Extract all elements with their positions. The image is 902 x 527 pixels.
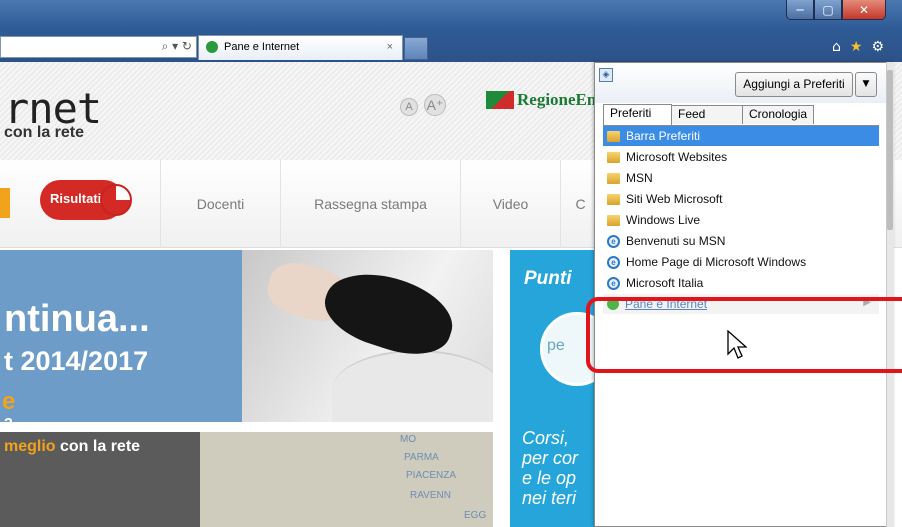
font-increase-button[interactable]: A⁺: [424, 94, 446, 116]
favorites-item-label: MSN: [626, 171, 653, 185]
internet-explorer-icon: e: [607, 276, 620, 290]
favorites-item-label: Siti Web Microsoft: [626, 192, 723, 206]
banner-subtitle: t 2014/2017: [4, 346, 149, 376]
banner-photo: [242, 250, 493, 422]
favorites-item-msn[interactable]: MSN: [603, 168, 879, 188]
close-button[interactable]: ✕: [842, 0, 886, 20]
banner2-letter: e: [2, 388, 16, 415]
favorites-item-windows-live[interactable]: Windows Live: [603, 210, 879, 230]
tab-close-icon[interactable]: ×: [387, 41, 393, 53]
banner-title: ntinua...: [4, 298, 150, 340]
favorites-item-label: Windows Live: [626, 213, 701, 227]
circle-text: pe: [547, 337, 565, 354]
regione-logo[interactable]: RegioneEmi: [486, 90, 606, 110]
tab-preferiti[interactable]: Preferiti: [603, 104, 672, 125]
address-tools[interactable]: ⌕ ▾ ↻: [162, 39, 192, 54]
favorites-item-label: Barra Preferiti: [626, 129, 701, 143]
banner2-slogan-highlight: meglio: [4, 438, 56, 455]
banner2-number: 3: [4, 416, 13, 433]
browser-toolbar: ⌂ ★ ⚙: [832, 39, 884, 55]
folder-icon: [607, 172, 620, 184]
folder-icon: [607, 214, 620, 226]
folder-icon: [607, 151, 620, 163]
punti-body: Corsi, per cor e le op nei teri: [522, 428, 579, 508]
nav-item-docenti[interactable]: Docenti: [160, 160, 280, 248]
site-tagline: con la rete: [4, 124, 85, 141]
favorites-item-benvenuti-su-msn[interactable]: e Benvenuti su MSN: [603, 231, 879, 251]
favorites-center: ◈ Aggiungi a Preferiti ▼ Preferiti Feed …: [594, 62, 894, 527]
favorites-item-microsoft-websites[interactable]: Microsoft Websites: [603, 147, 879, 167]
minimize-button[interactable]: ─: [786, 0, 814, 20]
favorites-item-label: Microsoft Italia: [626, 276, 704, 290]
internet-explorer-icon: e: [607, 255, 620, 269]
banner2-slogan-rest: con la rete: [55, 438, 141, 455]
favorites-star-icon[interactable]: ★: [850, 39, 863, 55]
regione-label: RegioneEmi: [517, 90, 606, 109]
folder-icon: [607, 193, 620, 205]
favorites-item-home-page-microsoft-windows[interactable]: e Home Page di Microsoft Windows: [603, 252, 879, 272]
map-image: MO PARMA PIACENZA RAVENN EGG: [200, 432, 493, 527]
banner2-slogan: meglio con la rete: [4, 438, 140, 456]
favorites-item-barra-preferiti[interactable]: Barra Preferiti: [603, 126, 879, 146]
tab-favicon-icon: [206, 41, 218, 53]
folder-icon: [607, 130, 620, 142]
favorites-item-label: Microsoft Websites: [626, 150, 728, 164]
favorites-item-label: Home Page di Microsoft Windows: [626, 255, 807, 269]
favorites-scroll-thumb[interactable]: [887, 70, 893, 230]
window-controls: ─ ▢ ✕: [786, 0, 886, 20]
add-favorites-dropdown-button[interactable]: ▼: [855, 72, 877, 97]
home-icon[interactable]: ⌂: [832, 39, 841, 55]
favorites-tabs: Preferiti Feed Cronologia: [603, 104, 814, 125]
maximize-button[interactable]: ▢: [814, 0, 842, 20]
address-bar[interactable]: ⌕ ▾ ↻: [0, 36, 197, 58]
browser-tab[interactable]: Pane e Internet ×: [198, 35, 403, 60]
gear-icon[interactable]: ⚙: [871, 39, 884, 55]
browser-chrome: ─ ▢ ✕ ⌕ ▾ ↻ Pane e Internet × ⌂ ★ ⚙: [0, 0, 902, 62]
map-place: PARMA: [404, 452, 439, 463]
font-size-controls: A A⁺: [400, 94, 446, 116]
mouse-cursor-icon: [727, 330, 747, 359]
nav-item-video[interactable]: Video: [460, 160, 560, 248]
map-place: PIACENZA: [406, 470, 457, 481]
map-place: MO: [400, 434, 417, 445]
nav-risultati[interactable]: Risultati: [36, 172, 136, 228]
map-place: RAVENN: [410, 490, 451, 501]
favorites-header: ◈ Aggiungi a Preferiti ▼: [595, 63, 893, 103]
map-place: EGG: [464, 510, 487, 521]
tab-title: Pane e Internet: [224, 41, 300, 53]
new-tab-button[interactable]: [404, 37, 428, 60]
favorites-item-microsoft-italia[interactable]: e Microsoft Italia: [603, 273, 879, 293]
font-decrease-button[interactable]: A: [400, 98, 418, 116]
nav-item-rassegna-stampa[interactable]: Rassegna stampa: [280, 160, 460, 248]
bowl-shape: [332, 350, 493, 422]
tab-feed[interactable]: Feed: [671, 105, 743, 124]
internet-explorer-icon: e: [607, 234, 620, 248]
add-to-favorites-button[interactable]: Aggiungi a Preferiti: [735, 72, 853, 97]
nav-prev-item[interactable]: [0, 188, 10, 218]
punti-title: Punti: [524, 268, 572, 289]
pie-chart-icon: [100, 184, 132, 216]
regione-flag-icon: [486, 91, 514, 109]
pin-icon[interactable]: ◈: [599, 68, 613, 82]
favorites-item-label: Benvenuti su MSN: [626, 234, 726, 248]
favorites-item-siti-web-microsoft[interactable]: Siti Web Microsoft: [603, 189, 879, 209]
tab-cronologia[interactable]: Cronologia: [742, 105, 814, 124]
